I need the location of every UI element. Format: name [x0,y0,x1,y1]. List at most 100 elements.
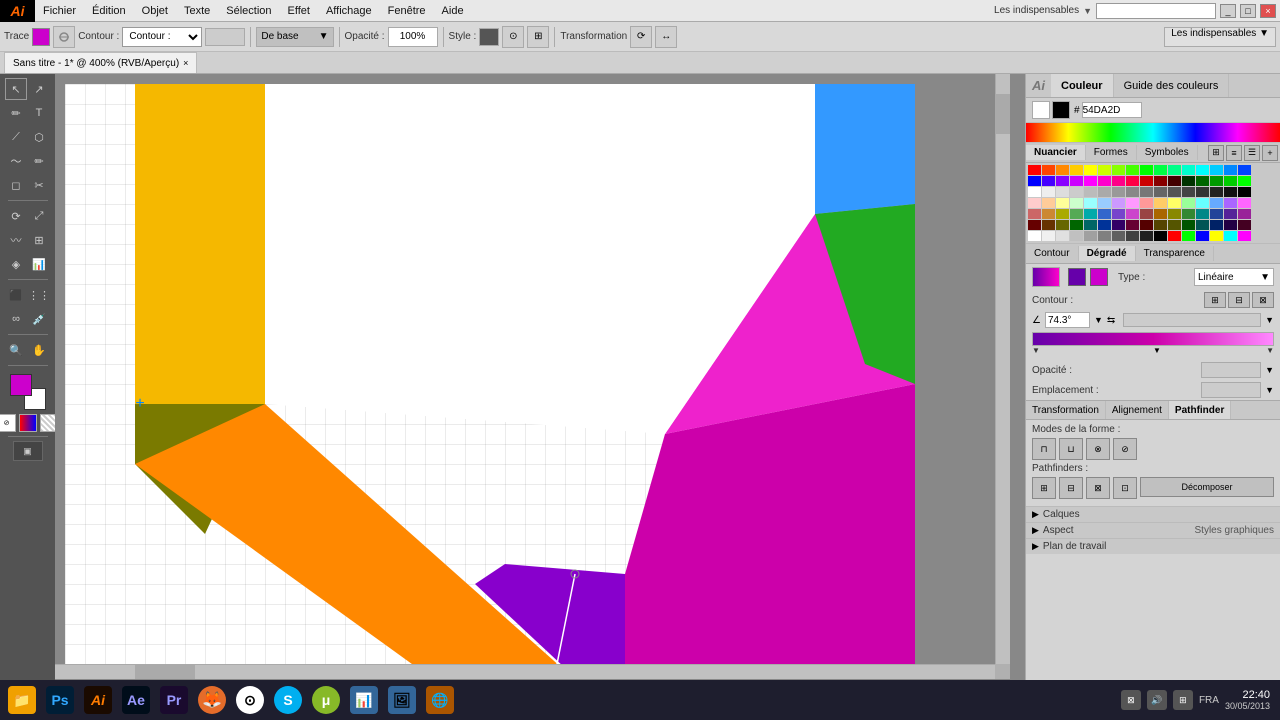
swatch-cell[interactable] [1056,220,1069,230]
swatch-cell[interactable] [1112,198,1125,208]
taskbar-misc3[interactable]: 🌐 [422,682,458,718]
swatch-cell[interactable] [1056,176,1069,186]
shape-tool[interactable]: ⬡ [28,126,50,148]
swatch-cell[interactable] [1224,209,1237,219]
taskbar-ps[interactable]: Ps [42,682,78,718]
transform-icon1[interactable]: ⟳ [630,26,652,48]
menu-selection[interactable]: Sélection [218,0,279,21]
swatch-cell[interactable] [1098,231,1111,241]
swatch-cell[interactable] [1182,176,1195,186]
hand-tool[interactable]: ✋ [28,339,50,361]
swatch-cell[interactable] [1112,176,1125,186]
decomposer-btn[interactable]: Décomposer [1140,477,1274,497]
color-spectrum[interactable] [1026,123,1280,143]
gradient-color[interactable] [19,414,37,432]
swatch-cell[interactable] [1126,220,1139,230]
swatch-cell[interactable] [1126,231,1139,241]
swatch-cell[interactable] [1098,209,1111,219]
swatch-cell[interactable] [1126,165,1139,175]
swatch-cell[interactable] [1182,187,1195,197]
swatch-cell[interactable] [1070,220,1083,230]
transform-icon2[interactable]: ↔ [655,26,677,48]
swatch-cell[interactable] [1224,187,1237,197]
swatch-cell[interactable] [1028,165,1041,175]
swatch-cell[interactable] [1084,198,1097,208]
swatch-cell[interactable] [1084,165,1097,175]
black-swatch[interactable] [1052,101,1070,119]
brush-tool[interactable]: 〜 [5,150,27,172]
unused-btn[interactable]: ▼ [1265,315,1274,325]
column-graph-tool[interactable]: 📊 [28,253,50,275]
swatch-cell[interactable] [1196,209,1209,219]
scale-tool[interactable]: ⤢ [28,205,50,227]
minimize-button[interactable]: _ [1220,4,1236,18]
swatch-cell[interactable] [1210,231,1223,241]
swatch-cell[interactable] [1182,209,1195,219]
swatch-cell[interactable] [1140,220,1153,230]
swatch-cell[interactable] [1168,231,1181,241]
tab-couleur[interactable]: Couleur [1051,74,1114,97]
swatch-cell[interactable] [1154,198,1167,208]
swatch-cell[interactable] [1154,209,1167,219]
emplacement-slider[interactable] [1201,382,1261,398]
swatch-cell[interactable] [1210,220,1223,230]
pen-tool[interactable]: ✏ [5,102,27,124]
view-icon[interactable]: ⊙ [502,26,524,48]
menu-fenetre[interactable]: Fenêtre [380,0,434,21]
pencil-tool[interactable]: ✏ [28,150,50,172]
swatch-cell[interactable] [1056,209,1069,219]
swatch-cell[interactable] [1238,198,1251,208]
swatch-cell[interactable] [1168,187,1181,197]
artboard-tool[interactable]: ▣ [13,441,43,461]
swatch-cell[interactable] [1196,198,1209,208]
swatch-cell[interactable] [1112,187,1125,197]
contour-btn2[interactable]: ⊟ [1228,292,1250,308]
swatch-cell[interactable] [1140,209,1153,219]
symboles-tab[interactable]: Symboles [1137,145,1198,160]
swatch-cell[interactable] [1238,176,1251,186]
swatch-cell[interactable] [1154,231,1167,241]
pathfinder-tab[interactable]: Pathfinder [1169,401,1231,419]
swatch-cell[interactable] [1070,165,1083,175]
contour-btn1[interactable]: ⊞ [1204,292,1226,308]
zoom-tool[interactable]: 🔍 [5,339,27,361]
swatch-cell[interactable] [1028,231,1041,241]
transformation-tab[interactable]: Transformation [1026,401,1106,419]
opacity-value[interactable]: 100% [388,27,438,47]
swatch-cell[interactable] [1224,231,1237,241]
mesh-tool[interactable]: ⋮⋮ [28,284,50,306]
eraser-tool[interactable]: ◻ [5,174,27,196]
menu-texte[interactable]: Texte [176,0,218,21]
nuancier-btn4[interactable]: + [1262,145,1278,161]
swatch-cell[interactable] [1140,231,1153,241]
doc-tab-item[interactable]: Sans titre - 1* @ 400% (RVB/Aperçu) × [4,52,197,73]
swatch-cell[interactable] [1042,187,1055,197]
menu-fichier[interactable]: Fichier [35,0,84,21]
swatch-cell[interactable] [1210,198,1223,208]
hex-input[interactable] [1082,102,1142,118]
grad-stop-mid[interactable]: ▼ [1153,346,1161,355]
emplacement-dropdown[interactable]: ▼ [1265,385,1274,395]
swatch-cell[interactable] [1196,165,1209,175]
menu-edition[interactable]: Édition [84,0,134,21]
swatch-cell[interactable] [1182,220,1195,230]
free-transform-tool[interactable]: ⊞ [28,229,50,251]
swatch-cell[interactable] [1070,231,1083,241]
swatch-cell[interactable] [1084,187,1097,197]
swatch-cell[interactable] [1126,187,1139,197]
scrollbar-horizontal[interactable] [55,664,995,679]
taskbar-firefox[interactable]: 🦊 [194,682,230,718]
swatch-cell[interactable] [1140,176,1153,186]
swatch-cell[interactable] [1084,220,1097,230]
swatch-cell[interactable] [1112,209,1125,219]
scissor-tool[interactable]: ✂ [28,174,50,196]
plan-header[interactable]: ▶ Plan de travail [1026,539,1280,554]
swatch-cell[interactable] [1182,231,1195,241]
scrollbar-vertical[interactable] [995,74,1010,664]
systray-network-icon[interactable]: ⊞ [1173,690,1193,710]
swatch-cell[interactable] [1140,165,1153,175]
pf-intersect[interactable]: ⊗ [1086,438,1110,460]
swatch-cell[interactable] [1238,209,1251,219]
swatch-cell[interactable] [1070,176,1083,186]
swatch-cell[interactable] [1098,176,1111,186]
